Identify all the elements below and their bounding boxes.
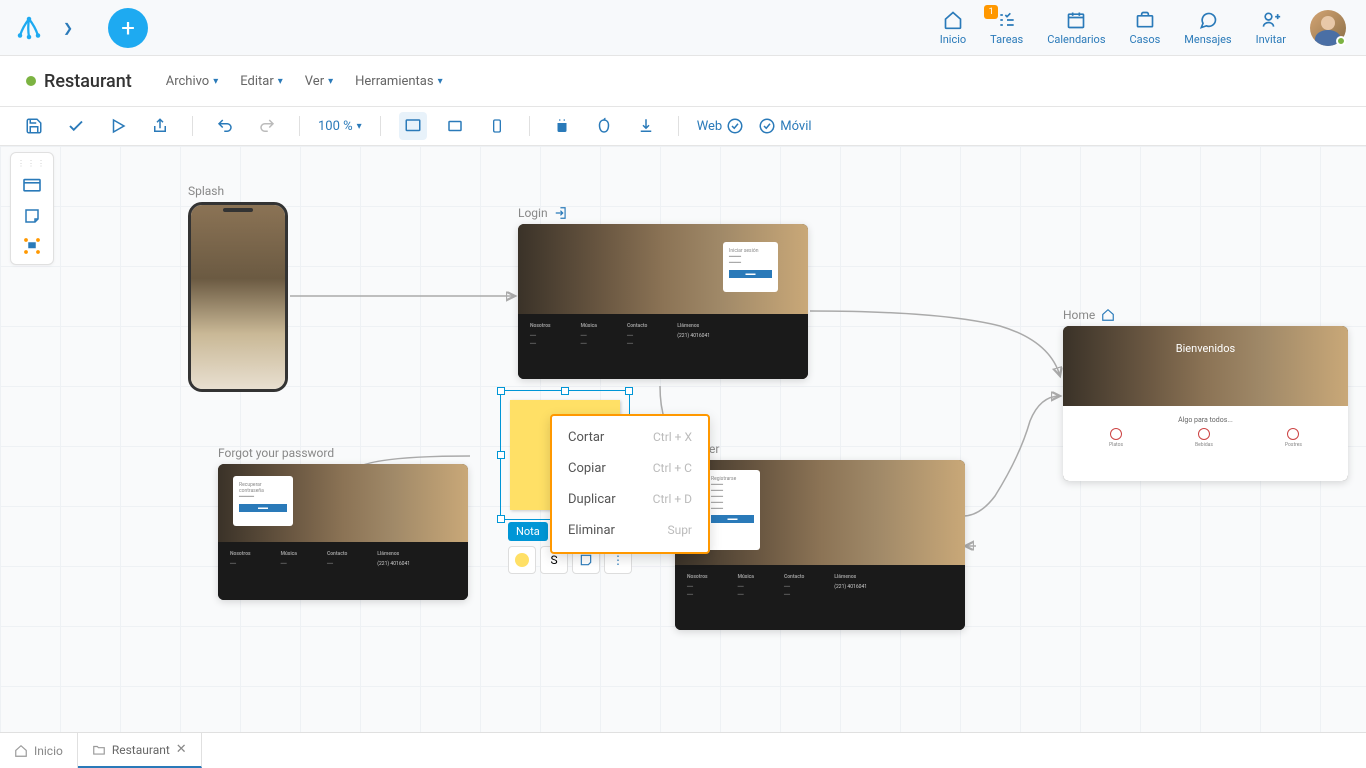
user-avatar[interactable]	[1310, 10, 1346, 46]
menu-archivo[interactable]: Archivo▾	[166, 74, 219, 89]
palette-screen-button[interactable]	[17, 174, 47, 198]
android-button[interactable]	[548, 112, 576, 140]
toggle-movil[interactable]: Móvil	[758, 117, 811, 135]
menu-ver[interactable]: Ver▾	[305, 74, 333, 89]
device-mobile-button[interactable]	[483, 112, 511, 140]
tool-palette: ⋮⋮⋮	[10, 152, 54, 265]
ctx-duplicar[interactable]: DuplicarCtrl + D	[552, 484, 708, 515]
tasks-icon	[996, 9, 1018, 31]
palette-grip[interactable]: ⋮⋮⋮	[17, 159, 47, 168]
home-icon	[1101, 308, 1115, 322]
palette-flow-button[interactable]	[17, 234, 47, 258]
app-logo	[10, 9, 48, 47]
home-icon	[14, 744, 28, 758]
toggle-web[interactable]: Web	[697, 117, 745, 135]
chat-icon	[1197, 9, 1219, 31]
nav-mensajes[interactable]: Mensajes	[1184, 9, 1231, 46]
save-button[interactable]	[20, 112, 48, 140]
tasks-badge: 1	[984, 5, 998, 19]
folder-icon	[92, 743, 106, 757]
add-button[interactable]: +	[108, 8, 148, 48]
title-bar: Restaurant Archivo▾ Editar▾ Ver▾ Herrami…	[0, 56, 1366, 106]
nav-casos[interactable]: Casos	[1130, 9, 1161, 46]
note-label: Nota	[508, 522, 548, 541]
login-icon	[554, 206, 568, 220]
check-button[interactable]	[62, 112, 90, 140]
undo-button[interactable]	[211, 112, 239, 140]
nav-inicio[interactable]: Inicio	[940, 9, 966, 46]
context-menu: CortarCtrl + X CopiarCtrl + C DuplicarCt…	[550, 414, 710, 554]
zoom-dropdown[interactable]: 100 %▾	[318, 119, 362, 134]
home-icon	[942, 9, 964, 31]
device-tablet-button[interactable]	[441, 112, 469, 140]
note-color-button[interactable]	[508, 546, 536, 574]
ctx-copiar[interactable]: CopiarCtrl + C	[552, 453, 708, 484]
apple-button[interactable]	[590, 112, 618, 140]
menu-editar[interactable]: Editar▾	[240, 74, 283, 89]
close-tab-icon[interactable]: ✕	[176, 742, 187, 757]
screen-register[interactable]: er Registrarse━━━━━━━━━━━━━━━━━━━━▬▬ Nos…	[675, 442, 965, 630]
ctx-eliminar[interactable]: EliminarSupr	[552, 515, 708, 546]
nav-tareas[interactable]: 1 Tareas	[990, 9, 1023, 46]
screen-home[interactable]: Home Algo para todos... Platos Bebidas P…	[1063, 308, 1348, 481]
canvas[interactable]: ⋮⋮⋮ Splash Login Iniciar sesión━━━━━━━━▬…	[0, 146, 1366, 732]
sidebar-expand-icon[interactable]: ❯	[56, 16, 80, 40]
top-navigation: Inicio 1 Tareas Calendarios Casos Mensaj…	[940, 9, 1356, 46]
nav-invitar[interactable]: Invitar	[1256, 9, 1286, 46]
calendar-icon	[1065, 9, 1087, 31]
play-button[interactable]	[104, 112, 132, 140]
invite-icon	[1260, 9, 1282, 31]
download-button[interactable]	[632, 112, 660, 140]
tab-restaurant[interactable]: Restaurant ✕	[78, 733, 202, 768]
project-title: Restaurant	[26, 71, 132, 92]
toolbar: 100 %▾ Web Móvil	[0, 106, 1366, 146]
screen-splash[interactable]: Splash	[188, 184, 288, 392]
screen-forgot[interactable]: Forgot your password Recuperar contraseñ…	[218, 446, 468, 600]
ctx-cortar[interactable]: CortarCtrl + X	[552, 422, 708, 453]
redo-button[interactable]	[253, 112, 281, 140]
top-bar: ❯ + Inicio 1 Tareas Calendarios Casos Me…	[0, 0, 1366, 56]
tab-inicio[interactable]: Inicio	[0, 733, 78, 768]
status-dot	[26, 76, 36, 86]
export-button[interactable]	[146, 112, 174, 140]
briefcase-icon	[1134, 9, 1156, 31]
nav-calendarios[interactable]: Calendarios	[1047, 9, 1105, 46]
palette-note-button[interactable]	[17, 204, 47, 228]
bottom-tabs: Inicio Restaurant ✕	[0, 732, 1366, 768]
screen-login[interactable]: Login Iniciar sesión━━━━━━━━▬▬ Nosotros━…	[518, 206, 808, 379]
device-desktop-button[interactable]	[399, 112, 427, 140]
menu-herramientas[interactable]: Herramientas▾	[355, 74, 443, 89]
